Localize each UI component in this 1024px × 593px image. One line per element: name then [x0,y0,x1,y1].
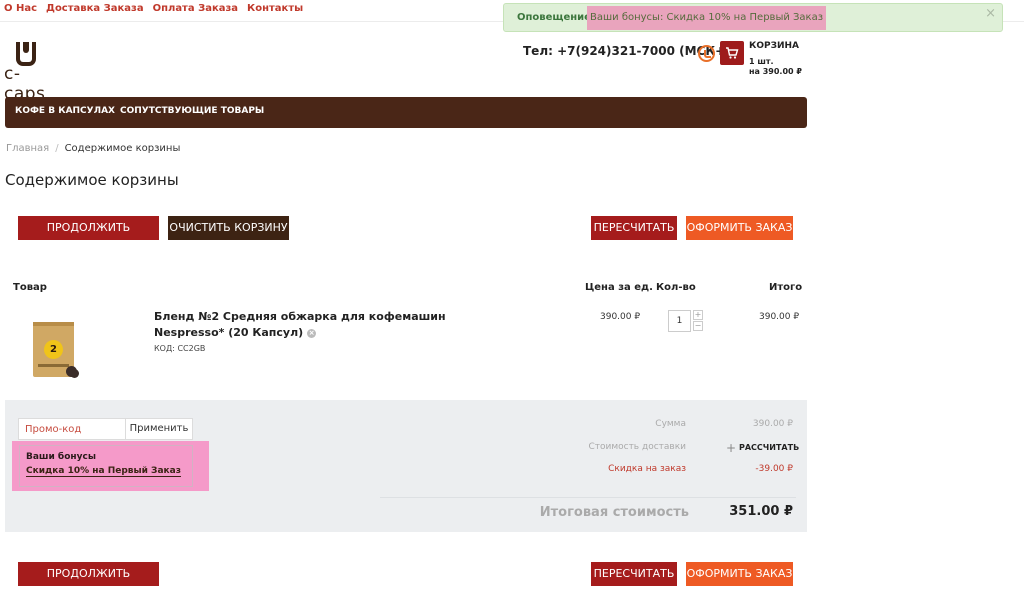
column-header-qty: Кол-во [656,282,696,293]
whatsapp-icon[interactable] [698,45,715,62]
quantity-decrease-button[interactable]: − [693,321,703,331]
apply-promo-button[interactable]: Применить [125,418,193,440]
main-nav: КОФЕ В КАПСУЛАХ СОПУТСТВУЮЩИЕ ТОВАРЫ [5,97,807,128]
quantity-increase-button[interactable]: + [693,310,703,320]
checkout-button-bottom[interactable]: ОФОРМИТЬ ЗАКАЗ [686,562,793,586]
cart-title[interactable]: КОРЗИНА [749,41,799,51]
sum-label: Сумма [655,419,686,429]
breadcrumb-separator: / [55,143,59,154]
capsule-image [70,369,79,378]
calculate-delivery-link[interactable]: РАССЧИТАТЬ [739,443,799,452]
product-image-label: 2 [44,340,63,359]
remove-item-icon[interactable]: × [307,329,317,338]
discount-label: Скидка на заказ [608,464,686,474]
clear-cart-button[interactable]: ОЧИСТИТЬ КОРЗИНУ [168,216,289,240]
grand-total-value: 351.00 ₽ [729,504,793,519]
promo-code-input[interactable] [18,418,126,440]
nav-link-about[interactable]: О Нас [4,3,37,14]
bonus-discount-link[interactable]: Скидка 10% на Первый Заказ [26,466,181,477]
discount-value: -39.00 ₽ [755,464,793,474]
continue-shopping-button-bottom[interactable]: ПРОДОЛЖИТЬ ПОКУПКИ [18,562,159,593]
alert-message: Ваши бонусы: Скидка 10% на Первый Заказ [587,6,827,30]
nav-link-payment[interactable]: Оплата Заказа [153,3,238,14]
bonus-title: Ваши бонусы [26,452,96,462]
grand-total-label: Итоговая стоимость [539,505,689,520]
package-fold [33,322,74,326]
drop-icon [23,42,29,53]
close-icon[interactable]: × [985,6,996,21]
recalculate-button-bottom[interactable]: ПЕРЕСЧИТАТЬ [591,562,677,586]
nav-link-delivery[interactable]: Доставка Заказа [46,3,144,14]
column-header-total: Итого [769,282,803,293]
plus-icon: + [726,441,737,455]
top-nav: О Нас Доставка Заказа Оплата Заказа Конт… [4,3,303,14]
alert-label: Оповещение [517,12,591,23]
nav-link-contacts[interactable]: Контакты [247,3,303,14]
cart-icon [726,47,739,59]
summary-divider [380,497,796,498]
unit-price: 390.00 ₽ [600,312,641,322]
column-header-product: Товар [13,282,47,293]
breadcrumb-current: Содержимое корзины [64,143,181,154]
continue-shopping-button[interactable]: ПРОДОЛЖИТЬ ПОКУПКИ [18,216,159,258]
sum-value: 390.00 ₽ [752,419,793,429]
site-logo[interactable]: c-caps [4,40,60,104]
notification-alert: Оповещение Ваши бонусы: Скидка 10% на Пе… [503,3,1003,32]
nav-item-accessories[interactable]: СОПУТСТВУЮЩИЕ ТОВАРЫ [120,106,264,116]
cart-count: 1 шт. [749,57,774,66]
breadcrumb: Главная / Содержимое корзины [6,143,180,154]
checkout-button[interactable]: ОФОРМИТЬ ЗАКАЗ [686,216,793,240]
delivery-label: Стоимость доставки [588,442,686,452]
product-name[interactable]: Бленд №2 Средняя обжарка для кофемашин N… [154,310,446,339]
page-title: Содержимое корзины [5,171,179,189]
cart-sum: на 390.00 ₽ [749,67,802,76]
nav-item-coffee-capsules[interactable]: КОФЕ В КАПСУЛАХ [15,106,115,116]
recalculate-button[interactable]: ПЕРЕСЧИТАТЬ [591,216,677,240]
breadcrumb-home[interactable]: Главная [6,143,49,154]
cart-button[interactable] [720,41,744,65]
quantity-input[interactable]: 1 [668,310,691,332]
line-total: 390.00 ₽ [759,312,800,322]
product-name-row: Бленд №2 Средняя обжарка для кофемашин N… [154,309,514,341]
package-band [38,364,69,367]
column-header-price: Цена за ед. [585,282,653,293]
product-code: КОД: CC2GB [154,344,206,353]
